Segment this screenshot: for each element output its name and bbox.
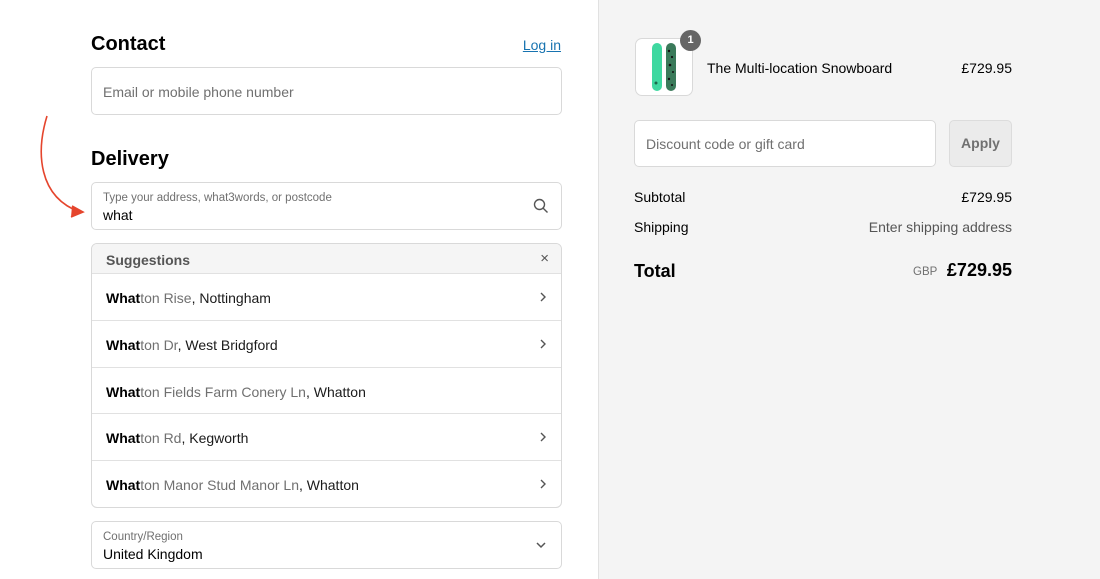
address-suggestions: Suggestions × Whatton Rise, Nottingham W… bbox=[91, 243, 562, 508]
subtotal-value: £729.95 bbox=[961, 189, 1012, 205]
checkout-form-panel: Contact Log in Email or mobile phone num… bbox=[0, 0, 598, 579]
suggestion-match: What bbox=[106, 290, 141, 306]
suggestion-area: Whatton bbox=[306, 477, 359, 494]
country-select[interactable]: Country/Region United Kingdom bbox=[91, 521, 562, 569]
address-label: Type your address, what3words, or postco… bbox=[103, 192, 332, 204]
apply-button[interactable]: Apply bbox=[949, 120, 1012, 167]
chevron-right-icon bbox=[540, 339, 546, 349]
suggestion-area: Kegworth bbox=[189, 430, 249, 447]
suggestion-item[interactable]: Whatton Manor Stud Manor Ln, Whatton bbox=[92, 461, 561, 507]
suggestion-match: What bbox=[106, 336, 141, 353]
suggestion-match: What bbox=[106, 430, 141, 447]
country-label: Country/Region bbox=[103, 531, 183, 543]
shipping-label: Shipping bbox=[634, 219, 689, 235]
suggestion-area: Nottingham bbox=[199, 290, 271, 306]
suggestion-street: ton Rd bbox=[140, 430, 182, 447]
total-label: Total bbox=[634, 261, 676, 281]
shipping-value: Enter shipping address bbox=[868, 219, 1012, 235]
suggestions-header: Suggestions × bbox=[92, 244, 561, 274]
suggestion-item[interactable]: Whatton Rd, Kegworth bbox=[92, 414, 561, 462]
chevron-right-icon bbox=[540, 432, 546, 442]
suggestion-street: ton Fields Farm Conery Ln bbox=[140, 383, 306, 400]
subtotal-label: Subtotal bbox=[634, 189, 686, 205]
suggestion-match: What bbox=[106, 477, 141, 494]
chevron-right-icon bbox=[540, 292, 546, 302]
address-search-input[interactable]: Type your address, what3words, or postco… bbox=[91, 182, 562, 230]
suggestion-street: ton Manor Stud Manor Ln bbox=[140, 477, 299, 494]
suggestion-match: What bbox=[106, 383, 141, 400]
suggestion-area: Whatton bbox=[313, 383, 366, 400]
total-value: £729.95 bbox=[946, 260, 1012, 280]
total-currency: GBP bbox=[913, 266, 938, 278]
login-link[interactable]: Log in bbox=[523, 37, 561, 53]
email-field[interactable]: Email or mobile phone number bbox=[91, 67, 562, 115]
annotation-arrow bbox=[40, 115, 85, 218]
suggestion-street: ton Dr bbox=[140, 336, 178, 353]
contact-heading: Contact bbox=[91, 33, 166, 55]
product-name: The Multi-location Snowboard bbox=[707, 60, 893, 76]
quantity-badge: 1 bbox=[680, 30, 701, 51]
close-icon[interactable]: × bbox=[540, 250, 549, 267]
chevron-right-icon bbox=[540, 479, 546, 489]
suggestions-title: Suggestions bbox=[106, 252, 191, 268]
suggestion-item[interactable]: Whatton Dr, West Bridgford bbox=[92, 321, 561, 368]
suggestion-area: West Bridgford bbox=[185, 336, 278, 353]
address-value: what bbox=[103, 207, 133, 223]
suggestion-street: ton Rise bbox=[140, 290, 192, 306]
suggestion-item[interactable]: Whatton Rise, Nottingham bbox=[92, 274, 561, 321]
delivery-heading: Delivery bbox=[91, 148, 169, 170]
suggestion-item[interactable]: Whatton Fields Farm Conery Ln, Whatton bbox=[92, 368, 561, 415]
product-price: £729.95 bbox=[961, 60, 1012, 76]
search-icon[interactable] bbox=[533, 198, 549, 214]
chevron-down-icon bbox=[536, 542, 546, 549]
discount-placeholder: Discount code or gift card bbox=[646, 136, 805, 152]
country-value: United Kingdom bbox=[103, 546, 203, 562]
discount-code-input[interactable]: Discount code or gift card bbox=[634, 120, 936, 167]
email-placeholder: Email or mobile phone number bbox=[103, 84, 294, 100]
